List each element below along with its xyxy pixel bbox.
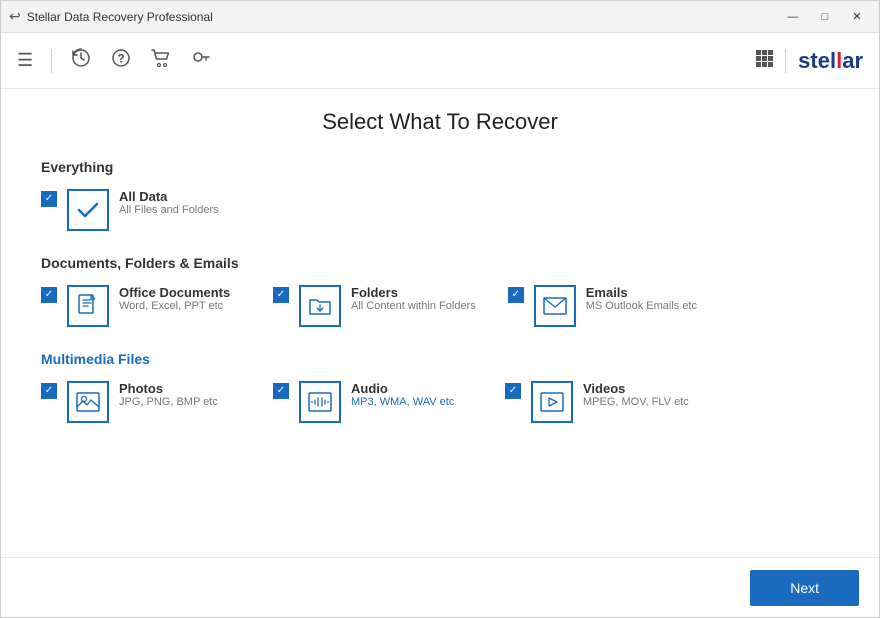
section-documents: Documents, Folders & Emails ✓ [41,255,839,327]
checkbox-outer-all-data[interactable]: ✓ [41,191,57,207]
check-icon: ✓ [277,290,285,300]
checkbox-outer-folders[interactable]: ✓ [273,287,289,303]
office-docs-sublabel: Word, Excel, PPT etc [119,300,230,312]
audio-sublabel: MP3, WMA, WAV etc [351,396,454,408]
videos-label: Videos [583,381,689,396]
title-bar-title: Stellar Data Recovery Professional [27,10,213,24]
item-emails: ✓ Emails MS Outlook Emails etc [508,285,708,327]
videos-text: Videos MPEG, MOV, FLV etc [583,381,689,408]
checkbox-emails[interactable]: ✓ [508,287,524,303]
check-icon: ✓ [277,386,285,396]
help-icon[interactable]: ? [110,47,132,74]
audio-icon [299,381,341,423]
checkbox-office-docs[interactable]: ✓ [41,287,57,303]
toolbar-divider [51,49,52,73]
check-icon: ✓ [45,386,53,396]
check-icon: ✓ [512,290,520,300]
folders-sublabel: All Content within Folders [351,300,476,312]
folders-text: Folders All Content within Folders [351,285,476,312]
back-icon: ↩ [9,8,21,25]
checkbox-audio[interactable]: ✓ [273,383,289,399]
brand-logo: stellar [798,48,863,74]
office-docs-label: Office Documents [119,285,230,300]
key-icon[interactable] [190,47,212,74]
next-button[interactable]: Next [750,570,859,606]
title-bar-controls: — □ ✕ [779,7,871,27]
checkbox-outer-emails[interactable]: ✓ [508,287,524,303]
section-title-documents: Documents, Folders & Emails [41,255,839,271]
grid-icon[interactable] [755,49,773,72]
item-photos: ✓ Photos JPG, PNG, BMP etc [41,381,241,423]
page-title: Select What To Recover [41,109,839,135]
history-icon[interactable] [70,47,92,74]
footer: Next [1,557,879,617]
all-data-label: All Data [119,189,219,204]
brand-text-end: ar [842,48,863,73]
audio-label: Audio [351,381,454,396]
section-everything: Everything ✓ All Data All Files and Fold… [41,159,839,231]
all-data-icon [67,189,109,231]
check-icon: ✓ [509,386,517,396]
section-multimedia: Multimedia Files ✓ Photos [41,351,839,423]
emails-text: Emails MS Outlook Emails etc [586,285,697,312]
all-data-text: All Data All Files and Folders [119,189,219,216]
main-content: Select What To Recover Everything ✓ All … [1,89,879,557]
videos-icon [531,381,573,423]
photos-label: Photos [119,381,218,396]
photos-sublabel: JPG, PNG, BMP etc [119,396,218,408]
photos-text: Photos JPG, PNG, BMP etc [119,381,218,408]
videos-sublabel: MPEG, MOV, FLV etc [583,396,689,408]
toolbar-left: ☰ ? [17,47,212,74]
close-button[interactable]: ✕ [843,7,871,27]
item-grid-multimedia: ✓ Photos JPG, PNG, BMP etc [41,381,839,423]
checkbox-outer-videos[interactable]: ✓ [505,383,521,399]
item-office-docs: ✓ Office Documents Word, Excel, PPT etc [41,285,241,327]
section-title-everything: Everything [41,159,839,175]
title-bar: ↩ Stellar Data Recovery Professional — □… [1,1,879,33]
checkbox-all-data[interactable]: ✓ [41,191,57,207]
cart-icon[interactable] [150,47,172,74]
toolbar: ☰ ? [1,33,879,89]
svg-text:?: ? [117,52,124,66]
all-data-sublabel: All Files and Folders [119,204,219,216]
checkbox-outer-photos[interactable]: ✓ [41,383,57,399]
brand-divider [785,49,786,73]
audio-text: Audio MP3, WMA, WAV etc [351,381,454,408]
item-audio: ✓ Audio MP3, WMA, WAV etc [273,381,473,423]
section-title-multimedia: Multimedia Files [41,351,839,367]
office-docs-text: Office Documents Word, Excel, PPT etc [119,285,230,312]
toolbar-right: stellar [755,48,863,74]
item-grid-documents: ✓ Office Documents Word, Excel, PPT etc [41,285,839,327]
maximize-button[interactable]: □ [811,7,839,27]
emails-icon [534,285,576,327]
folders-icon [299,285,341,327]
office-docs-icon [67,285,109,327]
item-videos: ✓ Videos MPEG, MOV, FLV etc [505,381,705,423]
title-bar-left: ↩ Stellar Data Recovery Professional [9,8,213,25]
hamburger-icon[interactable]: ☰ [17,50,33,71]
checkbox-folders[interactable]: ✓ [273,287,289,303]
checkbox-outer-office[interactable]: ✓ [41,287,57,303]
checkbox-videos[interactable]: ✓ [505,383,521,399]
minimize-button[interactable]: — [779,7,807,27]
checkbox-photos[interactable]: ✓ [41,383,57,399]
check-icon: ✓ [45,194,53,204]
item-all-data: ✓ All Data All Files and Folders [41,189,241,231]
checkbox-outer-audio[interactable]: ✓ [273,383,289,399]
brand-text-start: stel [798,48,836,73]
emails-sublabel: MS Outlook Emails etc [586,300,697,312]
item-folders: ✓ Folders All Content within Folders [273,285,476,327]
check-icon: ✓ [45,290,53,300]
emails-label: Emails [586,285,697,300]
folders-label: Folders [351,285,476,300]
photos-icon [67,381,109,423]
item-grid-everything: ✓ All Data All Files and Folders [41,189,839,231]
